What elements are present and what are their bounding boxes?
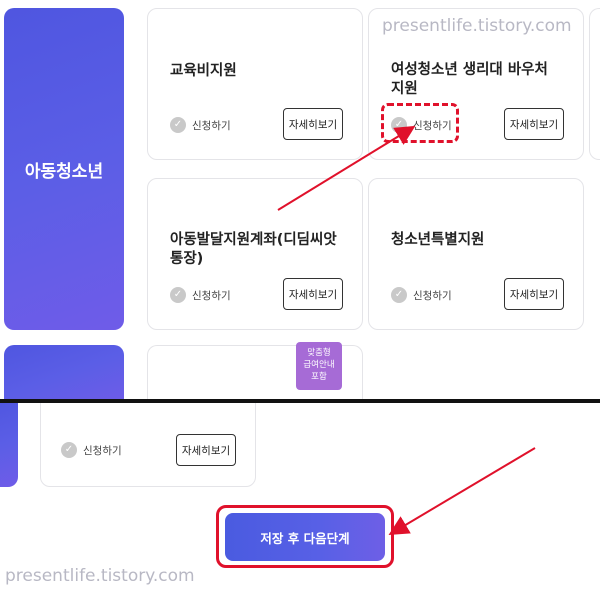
detail-button[interactable]: 자세히보기 [283, 278, 343, 310]
apply-link[interactable]: ✓ 신청하기 [170, 117, 231, 133]
apply-link[interactable]: ✓ 신청하기 [391, 287, 452, 303]
card-title-line1: 여성청소년 생리대 바우처 [391, 62, 548, 78]
apply-link[interactable]: ✓ 신청하기 [170, 287, 231, 303]
section-label-text: 아동청소년 [24, 161, 104, 182]
detail-button[interactable]: 자세히보기 [504, 108, 564, 140]
badge-line2: 급여안내 [303, 360, 335, 370]
detail-button[interactable]: 자세히보기 [504, 278, 564, 310]
section-label-lower [0, 403, 18, 487]
detail-button[interactable]: 자세히보기 [283, 108, 343, 140]
watermark-bottom: presentlife.tistory.com [5, 566, 195, 586]
check-circle-icon: ✓ [391, 287, 407, 303]
apply-link[interactable]: ✓ 신청하기 [61, 442, 122, 458]
highlight-save-box [216, 505, 394, 568]
custom-benefit-badge: 맞춤형 급여안내 포함 [296, 342, 342, 390]
check-circle-icon: ✓ [61, 442, 77, 458]
card-lower[interactable]: ✓ 신청하기 자세히보기 [40, 403, 256, 487]
card-education[interactable]: 교육비지원 ✓ 신청하기 자세히보기 [147, 8, 363, 160]
card-title: 교육비지원 [170, 63, 237, 79]
check-circle-icon: ✓ [170, 117, 186, 133]
card-title-line1: 아동발달지원계좌(디딤씨앗 [170, 232, 337, 248]
apply-label: 신청하기 [192, 119, 231, 132]
check-circle-icon: ✓ [170, 287, 186, 303]
highlight-apply-box [381, 103, 459, 143]
section-label-youth: 아동청소년 [4, 8, 124, 330]
apply-label: 신청하기 [413, 289, 452, 302]
card-title-line2: 지원 [391, 81, 418, 97]
section-label-next [4, 345, 124, 405]
badge-line1: 맞춤형 [307, 348, 331, 358]
apply-label: 신청하기 [83, 444, 122, 457]
detail-button[interactable]: 자세히보기 [176, 434, 236, 466]
card-didim-account[interactable]: 아동발달지원계좌(디딤씨앗 통장) ✓ 신청하기 자세히보기 [147, 178, 363, 330]
apply-label: 신청하기 [192, 289, 231, 302]
badge-line3: 포함 [311, 372, 327, 382]
card-youth-special[interactable]: 청소년특별지원 ✓ 신청하기 자세히보기 [368, 178, 584, 330]
card-partial-right [589, 8, 600, 160]
card-title: 청소년특별지원 [391, 232, 485, 248]
watermark-top: presentlife.tistory.com [382, 16, 572, 36]
card-title: 아동발달지원계좌(디딤씨앗 통장) [170, 231, 337, 269]
card-title-line2: 통장) [170, 251, 204, 267]
card-title: 여성청소년 생리대 바우처 지원 [391, 61, 548, 99]
